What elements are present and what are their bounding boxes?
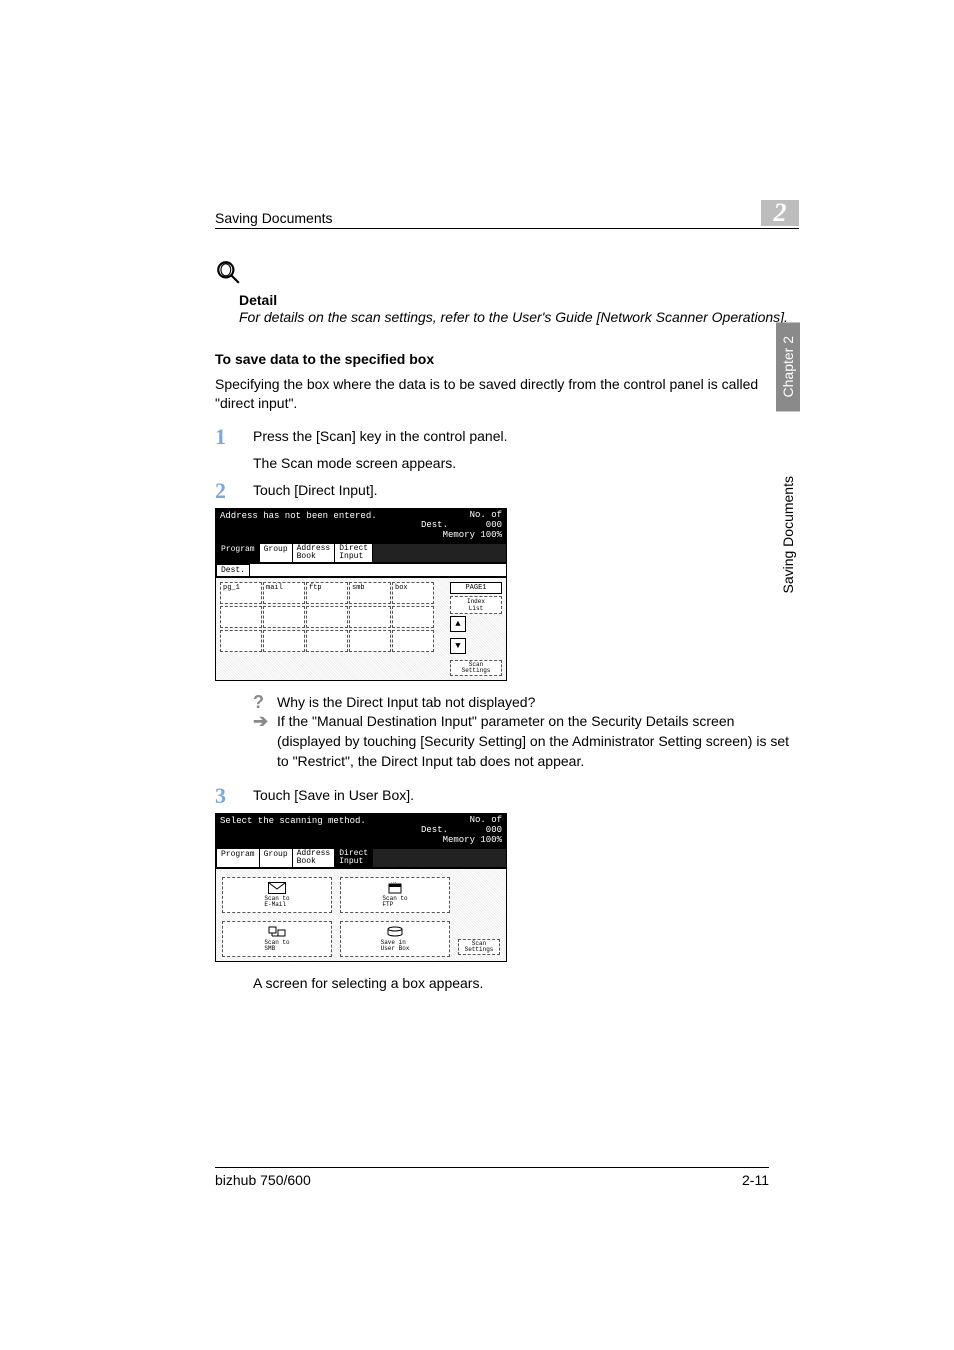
ss1-cell-empty[interactable] xyxy=(349,630,391,652)
magnifier-icon xyxy=(215,259,241,285)
ss1-cell-mail[interactable]: mail xyxy=(263,582,305,604)
intro-text: Specifying the box where the data is to … xyxy=(215,375,799,414)
ss1-scan-settings[interactable]: Scan Settings xyxy=(450,660,502,676)
detail-text: For details on the scan settings, refer … xyxy=(239,308,799,327)
ss1-index-list[interactable]: Index List xyxy=(450,596,502,614)
ss1-page-indicator: PAGE1 xyxy=(450,582,502,594)
ss1-cell-empty[interactable] xyxy=(263,606,305,628)
step-1-line1: Press the [Scan] key in the control pane… xyxy=(253,426,799,447)
step-1-line2: The Scan mode screen appears. xyxy=(253,453,799,474)
ss1-cell-empty[interactable] xyxy=(306,606,348,628)
ss2-box-label: Save in User Box xyxy=(381,940,410,952)
arrow-icon: ➔ xyxy=(253,712,269,771)
ss2-scan-to-email[interactable]: Scan to E-Mail xyxy=(222,877,332,913)
question-icon: ? xyxy=(253,693,269,713)
ss1-cell-empty[interactable] xyxy=(220,606,262,628)
ss2-status-r1: No. of Dest. 000 xyxy=(421,815,502,835)
step-3-line1: Touch [Save in User Box]. xyxy=(253,785,799,806)
ss1-status-left: Address has not been entered. xyxy=(220,511,377,541)
ss1-cell-box[interactable]: box xyxy=(392,582,434,604)
ss2-scan-to-smb[interactable]: SMB Scan to SMB xyxy=(222,921,332,957)
ss1-tab-group[interactable]: Group xyxy=(259,543,293,563)
ss1-up-arrow[interactable]: ▲ xyxy=(450,616,466,632)
ss1-dest-label: Dest. xyxy=(216,564,250,577)
running-header: Saving Documents xyxy=(215,210,333,226)
section-heading: To save data to the specified box xyxy=(215,351,799,367)
ss2-smb-label: Scan to SMB xyxy=(264,940,289,952)
ss1-down-arrow[interactable]: ▼ xyxy=(450,638,466,654)
ss1-tab-program[interactable]: Program xyxy=(216,543,260,563)
ss1-tab-direct-input[interactable]: Direct Input xyxy=(334,543,373,563)
svg-text:SMB: SMB xyxy=(271,926,277,927)
smb-icon: SMB xyxy=(268,926,286,938)
ss2-tab-group[interactable]: Group xyxy=(259,848,293,868)
qa-answer: If the "Manual Destination Input" parame… xyxy=(277,712,799,771)
svg-text:FTP: FTP xyxy=(391,882,397,884)
step-1-number: 1 xyxy=(215,426,235,474)
ss2-save-in-user-box[interactable]: Save in User Box xyxy=(340,921,450,957)
ss2-scan-to-ftp[interactable]: FTP Scan to FTP xyxy=(340,877,450,913)
ss2-email-label: Scan to E-Mail xyxy=(264,896,289,908)
side-tab-chapter: Chapter 2 xyxy=(776,322,800,411)
ss1-cell-empty[interactable] xyxy=(392,630,434,652)
ss1-cell-pg1[interactable]: pg_1 xyxy=(220,582,262,604)
ss1-status-r2: Memory 100% xyxy=(443,530,502,540)
ss1-cell-empty[interactable] xyxy=(349,606,391,628)
ss1-cell-smb[interactable]: smb xyxy=(349,582,391,604)
footer-left: bizhub 750/600 xyxy=(215,1172,311,1188)
ss1-cell-empty[interactable] xyxy=(220,630,262,652)
ss1-cell-empty[interactable] xyxy=(263,630,305,652)
footer-right: 2-11 xyxy=(742,1172,769,1188)
ss2-tab-address-book[interactable]: Address Book xyxy=(292,848,336,868)
ss2-status-r2: Memory 100% xyxy=(443,835,502,845)
after-step3-text: A screen for selecting a box appears. xyxy=(253,974,799,994)
step-3-number: 3 xyxy=(215,785,235,807)
ss2-status-left: Select the scanning method. xyxy=(220,816,366,846)
ss1-cell-empty[interactable] xyxy=(392,606,434,628)
panel-screenshot-scan-method: Select the scanning method. No. of Dest.… xyxy=(215,813,507,962)
ss1-cell-ftp[interactable]: ftp xyxy=(306,582,348,604)
side-tab-saving: Saving Documents xyxy=(776,462,800,608)
qa-question: Why is the Direct Input tab not displaye… xyxy=(277,693,535,713)
ss2-tab-blank xyxy=(372,848,507,868)
panel-screenshot-direct-input: Address has not been entered. No. of Des… xyxy=(215,508,507,681)
step-2-number: 2 xyxy=(215,480,235,502)
ss2-scan-settings[interactable]: Scan Settings xyxy=(458,939,500,955)
ss1-tab-blank xyxy=(372,543,507,563)
ss1-status-r1: No. of Dest. 000 xyxy=(421,510,502,530)
step-2-line1: Touch [Direct Input]. xyxy=(253,480,799,501)
mail-icon xyxy=(268,882,286,894)
ss2-ftp-label: Scan to FTP xyxy=(382,896,407,908)
ss1-cell-empty[interactable] xyxy=(306,630,348,652)
chapter-badge: 2 xyxy=(761,200,799,226)
box-icon xyxy=(386,926,404,938)
ss2-tab-program[interactable]: Program xyxy=(216,848,260,868)
detail-label: Detail xyxy=(239,292,799,308)
ss2-tab-direct-input[interactable]: Direct Input xyxy=(334,848,373,868)
ss1-tab-address-book[interactable]: Address Book xyxy=(292,543,336,563)
ftp-icon: FTP xyxy=(386,882,404,894)
